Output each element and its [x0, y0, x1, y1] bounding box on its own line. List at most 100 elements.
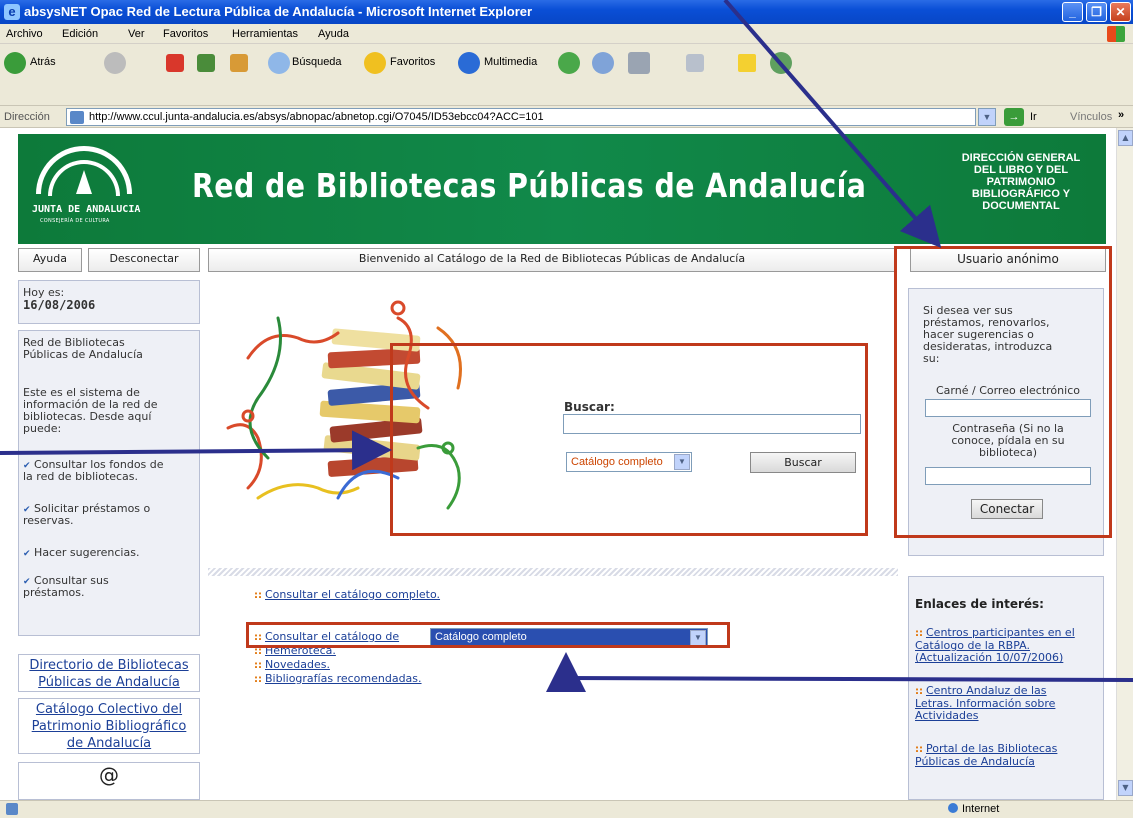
scroll-up-arrow-icon[interactable]: ▲	[1118, 130, 1133, 146]
address-bar: Dirección http://www.ccul.junta-andaluci…	[0, 106, 1133, 128]
menu-herramientas[interactable]: Herramientas	[232, 28, 298, 40]
collective-link-line: Patrimonio Bibliográfico	[31, 719, 187, 734]
site-title: Red de Bibliotecas Públicas de Andalucía	[192, 166, 867, 205]
department-line: DEL LIBRO Y DEL	[973, 164, 1069, 176]
url-dropdown-arrow-icon[interactable]: ▼	[978, 108, 996, 126]
go-button[interactable]: Ir	[1030, 111, 1037, 123]
link-line: Públicas de Andalucía	[915, 755, 1035, 768]
url-text: http://www.ccul.junta-andalucia.es/absys…	[89, 111, 544, 123]
stop-icon[interactable]	[166, 54, 184, 72]
minimize-button[interactable]: _	[1062, 2, 1083, 22]
directory-link-line: Públicas de Andalucía	[38, 675, 180, 690]
info-box: Red de Bibliotecas Públicas de Andalucía…	[18, 330, 200, 636]
multimedia-icon[interactable]	[458, 52, 480, 74]
search-area-highlight	[390, 343, 868, 536]
history-icon[interactable]	[558, 52, 580, 74]
today-date: 16/08/2006	[23, 298, 96, 312]
page-icon	[70, 111, 84, 124]
divider	[208, 568, 898, 576]
url-input[interactable]: http://www.ccul.junta-andalucia.es/absys…	[66, 108, 976, 126]
feature-item-cont: la red de bibliotecas.	[23, 470, 139, 483]
logo-subtitle: CONSEJERÍA DE CULTURA	[40, 218, 110, 224]
windows-logo-icon	[1107, 26, 1125, 42]
menu-bar: Archivo Edición Ver Favoritos Herramient…	[0, 24, 1133, 44]
favorites-star-icon[interactable]	[364, 52, 386, 74]
go-arrow-icon[interactable]: →	[1004, 108, 1024, 126]
bibliographies-link[interactable]: :: Bibliografías recomendadas.	[254, 672, 422, 685]
browser-toolbar: Atrás Búsqueda Favoritos Multimedia	[0, 44, 1133, 106]
menu-edicion[interactable]: Edición	[62, 28, 98, 40]
print-icon[interactable]	[628, 52, 650, 74]
bullet-icon: ::	[254, 674, 262, 685]
department-line: DIRECCIÓN GENERAL	[961, 152, 1081, 164]
directory-link[interactable]: Directorio de Bibliotecas Públicas de An…	[18, 654, 200, 692]
junta-logo-emblem-icon	[76, 170, 92, 194]
department-line: PATRIMONIO	[986, 176, 1056, 188]
news-link[interactable]: :: Novedades.	[254, 658, 330, 671]
full-catalog-link-text: Consultar el catálogo completo.	[265, 588, 441, 601]
checkmark-icon: ✔	[23, 549, 31, 559]
forward-arrow-icon[interactable]	[104, 52, 126, 74]
date-box: Hoy es: 16/08/2006	[18, 280, 200, 324]
network-name-line: Públicas de Andalucía	[23, 348, 143, 361]
ie-logo-icon: e	[4, 4, 20, 20]
full-catalog-link[interactable]: :: Consultar el catálogo completo.	[254, 588, 440, 601]
links-of-interest-box: Enlaces de interés: :: Centros participan…	[908, 576, 1104, 800]
link-line: (Actualización 10/07/2006)	[915, 651, 1064, 664]
page-status-icon	[6, 803, 18, 815]
security-zone: Internet	[948, 803, 999, 815]
email-at-icon[interactable]: @	[18, 762, 200, 800]
window-title-bar[interactable]: e absysNET Opac Red de Lectura Pública d…	[0, 0, 1133, 24]
globe-icon	[948, 803, 958, 813]
back-button-label[interactable]: Atrás	[30, 56, 56, 68]
menu-ayuda[interactable]: Ayuda	[318, 28, 349, 40]
collective-link-line: Catálogo Colectivo del	[35, 702, 183, 717]
department-line: DOCUMENTAL	[982, 200, 1060, 212]
participating-centers-link[interactable]: :: Centros participantes en el Catálogo d…	[915, 627, 1101, 664]
status-bar: Internet	[0, 800, 1133, 818]
libraries-portal-link[interactable]: :: Portal de las Bibliotecas Públicas de …	[915, 743, 1101, 768]
department-line: BIBLIOGRÁFICO Y	[971, 188, 1071, 200]
address-label: Dirección	[4, 111, 50, 123]
menu-ver[interactable]: Ver	[128, 28, 145, 40]
link-line: Actividades	[915, 709, 979, 722]
link-line: Portal de las Bibliotecas	[926, 742, 1058, 755]
department-name: DIRECCIÓN GENERAL DEL LIBRO Y DEL PATRIM…	[946, 152, 1096, 212]
bullet-icon: ::	[254, 660, 262, 671]
logo-name: JUNTA DE ANDALUCIA	[32, 204, 141, 215]
feature-text: Hacer sugerencias.	[34, 546, 140, 559]
close-button[interactable]: ✕	[1110, 2, 1131, 22]
zone-label: Internet	[962, 803, 1000, 815]
link-line: Centros participantes en el	[926, 626, 1075, 639]
site-banner: JUNTA DE ANDALUCIA CONSEJERÍA DE CULTURA…	[18, 134, 1106, 244]
edit-icon[interactable]	[686, 54, 704, 72]
maximize-button[interactable]: ❐	[1086, 2, 1107, 22]
vertical-scrollbar[interactable]: ▲ ▼	[1116, 128, 1133, 800]
logout-button[interactable]: Desconectar	[88, 248, 200, 272]
messenger-icon[interactable]	[770, 52, 792, 74]
page-viewport: JUNTA DE ANDALUCIA CONSEJERÍA DE CULTURA…	[0, 128, 1116, 800]
feature-item-cont: préstamos.	[23, 586, 85, 599]
search-button-label[interactable]: Búsqueda	[292, 56, 342, 68]
favorites-button-label[interactable]: Favoritos	[390, 56, 435, 68]
bullet-icon: ::	[254, 590, 262, 601]
search-icon[interactable]	[268, 52, 290, 74]
links-toolbar[interactable]: Vínculos	[1070, 111, 1112, 123]
collective-link-line: de Andalucía	[66, 736, 152, 751]
login-area-highlight	[894, 246, 1112, 538]
collective-catalog-link[interactable]: Catálogo Colectivo del Patrimonio Biblio…	[18, 698, 200, 754]
scroll-down-arrow-icon[interactable]: ▼	[1118, 780, 1133, 796]
multimedia-button-label[interactable]: Multimedia	[484, 56, 537, 68]
home-icon[interactable]	[230, 54, 248, 72]
letters-center-link[interactable]: :: Centro Andaluz de las Letras. Informac…	[915, 685, 1101, 722]
links-more-chevron[interactable]: »	[1118, 109, 1124, 121]
menu-archivo[interactable]: Archivo	[6, 28, 43, 40]
left-sidebar: Hoy es: 16/08/2006 Red de Bibliotecas Pú…	[18, 280, 200, 800]
back-arrow-icon[interactable]	[4, 52, 26, 74]
discuss-icon[interactable]	[738, 54, 756, 72]
mail-icon[interactable]	[592, 52, 614, 74]
help-button[interactable]: Ayuda	[18, 248, 82, 272]
bibliographies-link-text: Bibliografías recomendadas.	[265, 672, 422, 685]
menu-favoritos[interactable]: Favoritos	[163, 28, 208, 40]
refresh-icon[interactable]	[197, 54, 215, 72]
